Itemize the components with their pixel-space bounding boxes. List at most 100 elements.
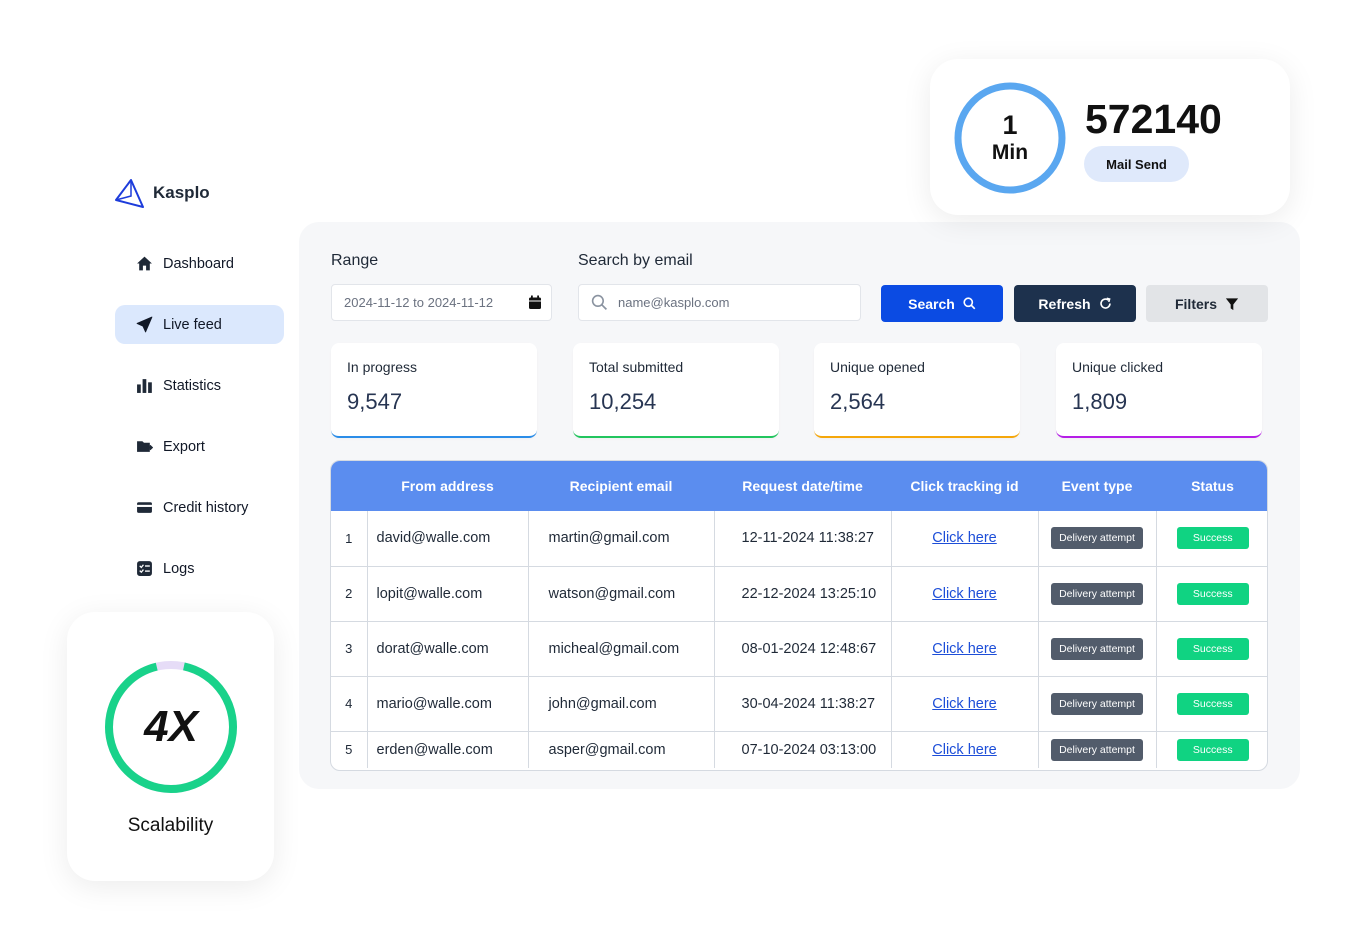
stat-label: In progress <box>347 359 418 375</box>
column-header-index <box>331 461 367 511</box>
status-badge: Success <box>1176 692 1249 715</box>
brand-name: Kasplo <box>153 183 210 202</box>
search-input[interactable]: name@kasplo.com <box>618 295 729 310</box>
sidebar-item-dashboard[interactable]: Dashboard <box>115 244 284 283</box>
status-badge: Success <box>1176 582 1249 605</box>
stat-value: 2,564 <box>830 389 886 414</box>
search-button[interactable]: Search <box>881 285 1003 322</box>
status-cell: Success <box>1156 731 1267 768</box>
home-icon <box>136 255 153 272</box>
event-cell: Delivery attempt <box>1038 566 1157 622</box>
scalability-value: 4X <box>144 702 198 751</box>
from-address-cell: mario@walle.com <box>367 676 529 732</box>
click-here-link[interactable]: Click here <box>932 696 996 712</box>
search-label: Search by email <box>578 252 693 269</box>
calendar-icon[interactable] <box>528 295 542 313</box>
click-cell: Click here <box>891 621 1039 677</box>
table-row: 4 mario@walle.com john@gmail.com 30-04-2… <box>331 676 1267 732</box>
table-header-row: From address Recipient email Request dat… <box>331 461 1267 511</box>
click-cell: Click here <box>891 676 1039 732</box>
stat-card-unique-clicked: Unique clicked 1,809 <box>1056 343 1262 438</box>
column-header-from[interactable]: From address <box>367 461 528 511</box>
event-cell: Delivery attempt <box>1038 731 1157 768</box>
date-cell: 08-01-2024 12:48:67 <box>714 621 892 677</box>
from-address-cell: lopit@walle.com <box>367 566 529 622</box>
sidebar-item-export[interactable]: Export <box>115 427 284 466</box>
row-number: 3 <box>331 621 368 677</box>
stat-value: 9,547 <box>347 389 403 414</box>
date-cell: 22-12-2024 13:25:10 <box>714 566 892 622</box>
status-cell: Success <box>1156 676 1267 732</box>
kasplo-logo-icon <box>115 179 144 208</box>
refresh-button-label: Refresh <box>1038 295 1091 312</box>
click-here-link[interactable]: Click here <box>932 530 996 546</box>
from-address-cell: erden@walle.com <box>367 731 529 768</box>
row-number: 1 <box>331 511 368 567</box>
search-field-icon <box>591 294 608 311</box>
status-badge: Success <box>1176 738 1249 761</box>
status-badge: Success <box>1176 637 1249 660</box>
event-badge: Delivery attempt <box>1051 692 1143 715</box>
click-cell: Click here <box>891 566 1039 622</box>
from-address-cell: david@walle.com <box>367 511 529 567</box>
search-button-label: Search <box>908 295 955 312</box>
refresh-button[interactable]: Refresh <box>1014 285 1136 322</box>
column-header-recipient[interactable]: Recipient email <box>528 461 714 511</box>
sidebar-item-logs[interactable]: Logs <box>115 549 284 588</box>
sidebar-item-label: Live feed <box>163 316 222 333</box>
folder-export-icon <box>136 438 153 455</box>
column-header-click-id[interactable]: Click tracking id <box>891 461 1038 511</box>
sidebar-item-live-feed[interactable]: Live feed <box>115 305 284 344</box>
event-cell: Delivery attempt <box>1038 511 1157 567</box>
range-label: Range <box>331 252 379 269</box>
brand-logo[interactable]: Kasplo <box>113 176 210 210</box>
table-row: 1 david@walle.com martin@gmail.com 12-11… <box>331 511 1267 567</box>
recipient-cell: micheal@gmail.com <box>528 621 715 677</box>
status-cell: Success <box>1156 566 1267 622</box>
column-header-status[interactable]: Status <box>1156 461 1267 511</box>
filters-button-label: Filters <box>1174 295 1217 312</box>
recipient-cell: asper@gmail.com <box>528 731 715 768</box>
timer-unit: Min <box>991 141 1029 164</box>
search-field[interactable]: name@kasplo.com <box>578 284 861 321</box>
filter-funnel-icon <box>1225 297 1239 311</box>
sidebar-item-credit-history[interactable]: Credit history <box>115 488 284 527</box>
click-here-link[interactable]: Click here <box>932 742 996 758</box>
mail-send-card: 1 Min 572140 Mail Send <box>930 59 1290 215</box>
stat-value: 1,809 <box>1072 389 1128 414</box>
row-number: 5 <box>331 731 368 768</box>
date-range-picker[interactable]: 2024-11-12 to 2024-11-12 <box>331 284 552 321</box>
live-feed-table: From address Recipient email Request dat… <box>330 460 1268 771</box>
mail-send-badge: Mail Send <box>1084 146 1189 182</box>
date-cell: 07-10-2024 03:13:00 <box>714 731 892 768</box>
stat-label: Total submitted <box>589 359 684 375</box>
table-row: 3 dorat@walle.com micheal@gmail.com 08-0… <box>331 621 1267 677</box>
stat-card-in-progress: In progress 9,547 <box>331 343 537 438</box>
recipient-cell: watson@gmail.com <box>528 566 715 622</box>
from-address-cell: dorat@walle.com <box>367 621 529 677</box>
mail-count: 572140 <box>1085 96 1222 142</box>
date-cell: 12-11-2024 11:38:27 <box>714 511 892 567</box>
sidebar-item-statistics[interactable]: Statistics <box>115 366 284 405</box>
table-row: 5 erden@walle.com asper@gmail.com 07-10-… <box>331 731 1267 768</box>
stat-label: Unique opened <box>830 359 925 375</box>
live-feed-panel: Range Search by email 2024-11-12 to 2024… <box>299 222 1300 789</box>
stat-card-unique-opened: Unique opened 2,564 <box>814 343 1020 438</box>
sidebar-item-label: Statistics <box>163 377 222 394</box>
event-badge: Delivery attempt <box>1051 637 1143 660</box>
event-cell: Delivery attempt <box>1038 621 1157 677</box>
sidebar-item-label: Logs <box>163 560 195 577</box>
click-here-link[interactable]: Click here <box>932 641 996 657</box>
recipient-cell: john@gmail.com <box>528 676 715 732</box>
stat-label: Unique clicked <box>1072 359 1164 375</box>
recipient-cell: martin@gmail.com <box>528 511 715 567</box>
filters-button[interactable]: Filters <box>1146 285 1268 322</box>
date-cell: 30-04-2024 11:38:27 <box>714 676 892 732</box>
sidebar-item-label: Dashboard <box>163 255 234 272</box>
column-header-event[interactable]: Event type <box>1038 461 1156 511</box>
click-here-link[interactable]: Click here <box>932 586 996 602</box>
refresh-icon <box>1099 297 1112 310</box>
stat-card-total-submitted: Total submitted 10,254 <box>573 343 779 438</box>
scalability-card: 4X Scalability <box>67 612 274 881</box>
column-header-date[interactable]: Request date/time <box>714 461 891 511</box>
